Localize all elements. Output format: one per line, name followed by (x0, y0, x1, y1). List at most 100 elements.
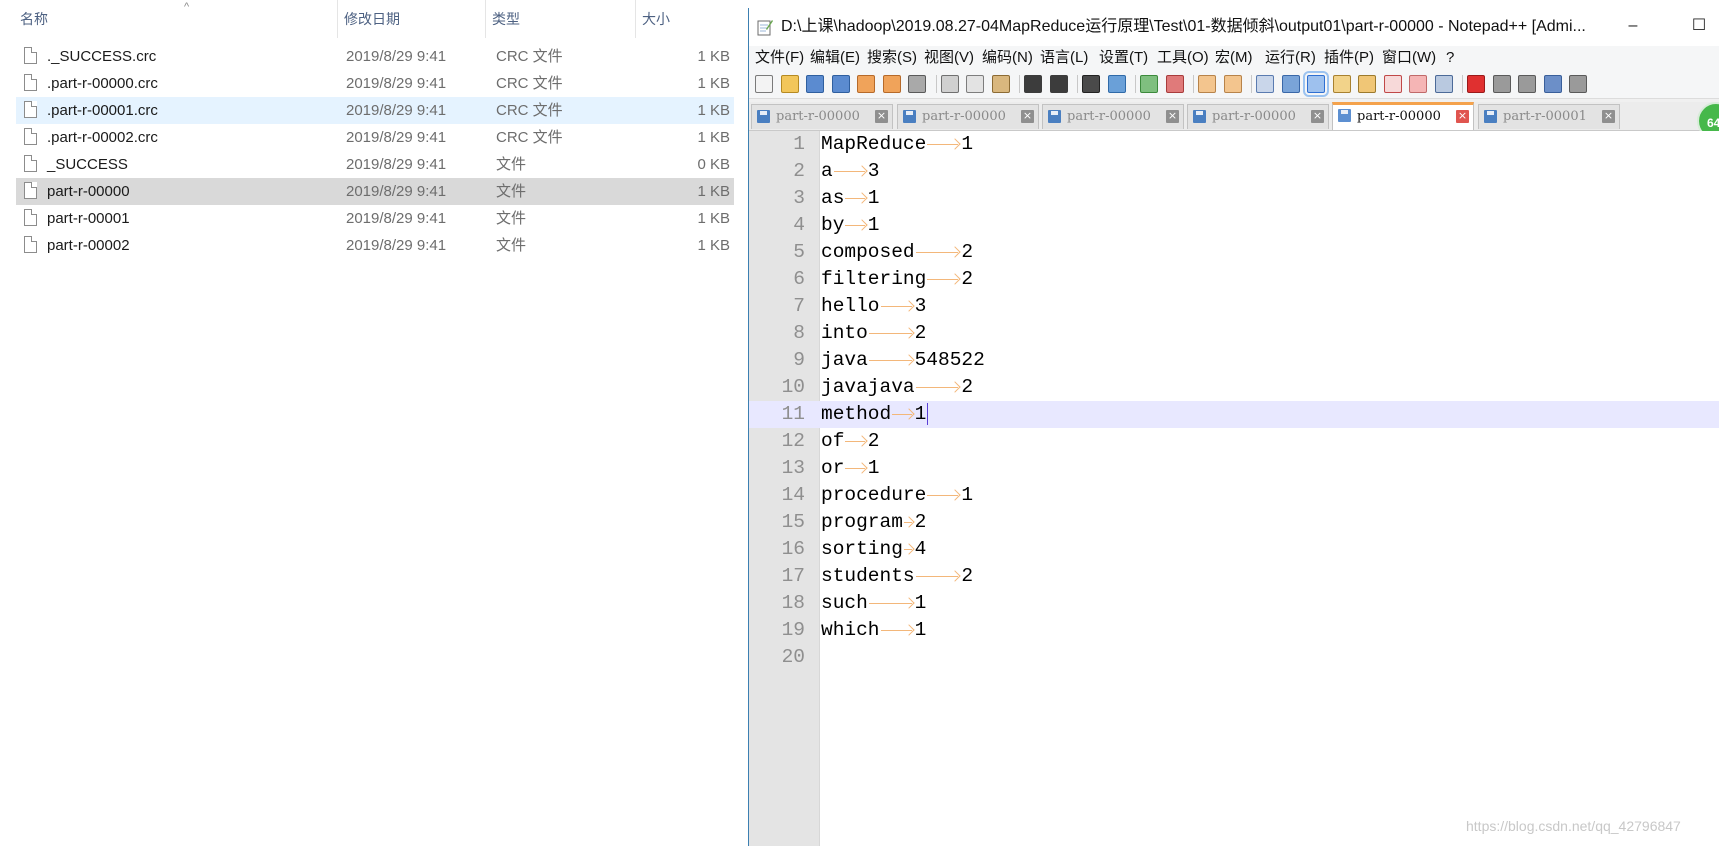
file-tab[interactable]: part-r-00000 × (1187, 104, 1329, 129)
file-row[interactable]: .part-r-00001.crc 2019/8/29 9:41 CRC 文件 1 K… (16, 97, 734, 124)
menu-item[interactable]: 语言(L) (1040, 46, 1088, 70)
menu-item[interactable]: 设置(T) (1099, 46, 1148, 70)
word-key: a (821, 160, 833, 182)
redo-icon[interactable] (1049, 75, 1068, 93)
file-type: CRC 文件 (496, 102, 563, 119)
line-text: of 2 (821, 428, 880, 455)
close-tab-icon[interactable]: × (1602, 110, 1615, 123)
word-wrap-icon[interactable] (1256, 75, 1274, 93)
copy-icon[interactable] (966, 75, 984, 93)
file-row[interactable]: .part-r-00002.crc 2019/8/29 9:41 CRC 文件 1 K… (16, 124, 734, 151)
save-all-icon[interactable] (831, 75, 850, 93)
menu-item[interactable]: 运行(R) (1265, 46, 1316, 70)
zoom-out-icon[interactable] (1165, 75, 1184, 93)
sync-vertical-icon[interactable] (1198, 75, 1216, 93)
menu-item[interactable]: 窗口(W) (1382, 46, 1436, 70)
close-icon[interactable] (857, 75, 875, 93)
file-tab[interactable]: part-r-00000 × (1332, 102, 1474, 130)
column-date-label: 修改日期 (344, 11, 400, 27)
menu-item[interactable]: 视图(V) (924, 46, 974, 70)
close-all-icon[interactable] (882, 75, 901, 93)
tab-arrow-icon (891, 401, 914, 428)
file-name: ._SUCCESS.crc (47, 48, 157, 65)
save-icon[interactable] (806, 75, 824, 93)
floppy-disk-icon (1484, 110, 1497, 123)
folder-workspace-icon[interactable] (1409, 75, 1427, 93)
indent-guide-icon[interactable] (1303, 71, 1329, 97)
doc-map-icon[interactable] (1358, 75, 1376, 93)
menu-item[interactable]: 宏(M) (1215, 46, 1253, 70)
line-number: 12 (781, 430, 805, 452)
new-file-icon[interactable] (755, 75, 773, 93)
title-bar[interactable]: D:\上课\hadoop\2019.08.27-04MapReduce运行原理\… (749, 8, 1719, 46)
close-tab-icon[interactable]: × (1311, 110, 1324, 123)
function-list-icon[interactable] (1383, 75, 1402, 93)
line-number: 19 (781, 619, 805, 641)
maximize-button[interactable]: ☐ (1679, 8, 1719, 46)
floppy-disk-icon (757, 110, 770, 123)
code-line: 1 MapReduce 1 (749, 131, 1719, 158)
close-tab-icon[interactable]: × (1021, 110, 1034, 123)
menu-item[interactable]: 搜索(S) (867, 46, 917, 70)
tab-label: part-r-00000 (776, 109, 860, 124)
tab-arrow-icon (926, 131, 961, 158)
file-row[interactable]: ._SUCCESS.crc 2019/8/29 9:41 CRC 文件 1 KB (16, 43, 734, 70)
cut-icon[interactable] (940, 75, 959, 93)
file-size: 1 KB (697, 237, 730, 254)
code-line: 20 (749, 644, 1719, 671)
menu-item[interactable]: 插件(P) (1324, 46, 1374, 70)
file-row[interactable]: part-r-00002 2019/8/29 9:41 文件 1 KB (16, 232, 734, 259)
show-all-chars-icon[interactable] (1281, 75, 1300, 93)
record-macro-icon[interactable] (1467, 75, 1485, 93)
paste-icon[interactable] (991, 75, 1010, 93)
run-macro-multiple-icon[interactable] (1543, 75, 1562, 93)
menu-item[interactable]: 文件(F) (755, 46, 804, 70)
tab-arrow-icon (868, 320, 915, 347)
user-lang-icon[interactable] (1332, 75, 1351, 93)
close-tab-icon[interactable]: × (875, 110, 888, 123)
line-text: javajava 2 (821, 374, 973, 401)
file-tab[interactable]: part-r-00000 × (1042, 104, 1184, 129)
file-date: 2019/8/29 9:41 (346, 48, 447, 65)
line-number: 20 (781, 646, 805, 668)
editor[interactable]: 1 MapReduce 1 2 a 3 3 as 1 4 by 1 5 composed 2 6 filteri… (749, 131, 1719, 846)
zoom-in-icon[interactable] (1140, 75, 1158, 93)
word-count: 1 (867, 214, 880, 236)
sync-horizontal-icon[interactable] (1223, 75, 1242, 93)
stop-macro-icon[interactable] (1492, 75, 1511, 93)
save-macro-icon[interactable] (1569, 75, 1587, 93)
file-tab[interactable]: part-r-00000 × (897, 104, 1039, 129)
column-name[interactable]: 名称 ^ (14, 0, 338, 38)
file-row[interactable]: _SUCCESS 2019/8/29 9:41 文件 0 KB (16, 151, 734, 178)
undo-icon[interactable] (1024, 75, 1042, 93)
line-text: by 1 (821, 212, 880, 239)
replace-icon[interactable] (1107, 75, 1126, 93)
column-date[interactable]: 修改日期 (338, 0, 486, 38)
tab-arrow-icon (844, 428, 867, 455)
play-macro-icon[interactable] (1518, 75, 1536, 93)
monitoring-icon[interactable] (1434, 75, 1453, 93)
word-count: 1 (867, 187, 880, 209)
column-type[interactable]: 类型 (486, 0, 636, 38)
menu-item[interactable]: 编辑(E) (810, 46, 860, 70)
line-number: 18 (781, 592, 805, 614)
file-tab[interactable]: part-r-00001 × (1478, 104, 1620, 129)
file-row[interactable]: .part-r-00000.crc 2019/8/29 9:41 CRC 文件 1 K… (16, 70, 734, 97)
code-line: 12 of 2 (749, 428, 1719, 455)
file-row[interactable]: part-r-00000 2019/8/29 9:41 文件 1 KB (16, 178, 734, 205)
menu-item[interactable]: 工具(O) (1157, 46, 1209, 70)
file-tab[interactable]: part-r-00000 × (751, 104, 893, 129)
menu-item[interactable]: 编码(N) (982, 46, 1033, 70)
column-header: 名称 ^ 修改日期 类型 大小 (0, 0, 738, 38)
open-file-icon[interactable] (780, 75, 799, 93)
find-icon[interactable] (1082, 75, 1100, 93)
print-icon[interactable] (908, 75, 926, 93)
close-tab-icon[interactable]: × (1166, 110, 1179, 123)
code-line: 9 java 548522 (749, 347, 1719, 374)
minimize-button[interactable]: – (1613, 8, 1653, 46)
code-line: 13 or 1 (749, 455, 1719, 482)
menu-item[interactable]: ? (1446, 46, 1454, 70)
file-row[interactable]: part-r-00001 2019/8/29 9:41 文件 1 KB (16, 205, 734, 232)
column-size[interactable]: 大小 (636, 0, 738, 38)
close-tab-icon[interactable]: × (1456, 110, 1469, 123)
